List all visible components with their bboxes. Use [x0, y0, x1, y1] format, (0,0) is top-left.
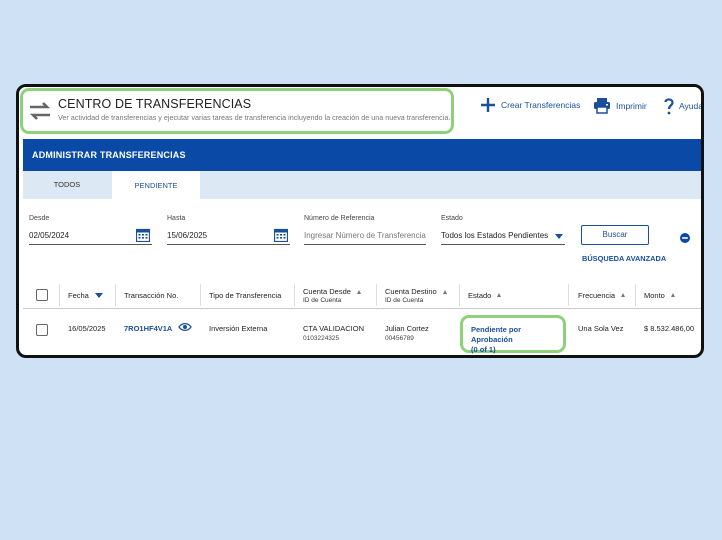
row-monto: $ 8.532.486,00: [644, 324, 695, 333]
status-highlight: Pendiente por Aprobación (0 of 1): [460, 315, 566, 355]
printer-icon: [594, 98, 610, 114]
row-cuenta-destino: Julian Cortez 00456789: [385, 324, 429, 342]
col-estado[interactable]: Estado: [468, 281, 502, 309]
estado-select[interactable]: Todos los Estados Pendientes: [441, 227, 565, 245]
chevron-down-icon[interactable]: [555, 234, 563, 239]
page-subtitle: Ver actividad de transferencias y ejecut…: [58, 113, 451, 122]
desde-label: Desde: [29, 215, 50, 222]
eye-icon[interactable]: [178, 322, 192, 332]
calendar-icon[interactable]: [274, 228, 288, 242]
tab-pendiente[interactable]: PENDIENTE: [112, 171, 200, 199]
estado-label: Estado: [441, 215, 463, 222]
row-tipo: Inversión Externa: [209, 324, 268, 333]
sort-icon: [356, 289, 361, 294]
sort-icon: [621, 293, 626, 297]
referencia-input[interactable]: Ingresar Número de Transferencia: [304, 227, 426, 245]
print-button[interactable]: Imprimir: [593, 97, 647, 114]
plus-icon: [481, 98, 495, 112]
col-frecuencia[interactable]: Frecuencia: [578, 281, 626, 309]
tab-todos[interactable]: TODOS: [23, 171, 111, 199]
search-button[interactable]: Buscar: [581, 225, 649, 245]
hasta-label: Hasta: [167, 215, 186, 222]
sort-desc-icon: [94, 292, 103, 298]
page-header: CENTRO DE TRANSFERENCIAS Ver actividad d…: [19, 87, 701, 139]
sort-icon: [442, 289, 447, 294]
col-cuenta-destino[interactable]: Cuenta Destino ID de Cuenta: [385, 281, 447, 309]
tab-bar: TODOS PENDIENTE: [23, 171, 701, 199]
col-fecha[interactable]: Fecha: [68, 281, 103, 309]
table-header: Fecha Transacción No. Tipo de Transferen…: [23, 281, 701, 309]
section-title: ADMINISTRAR TRANSFERENCIAS: [23, 139, 701, 171]
calendar-icon[interactable]: [136, 228, 150, 242]
row-checkbox[interactable]: [36, 324, 48, 336]
question-icon: [664, 98, 674, 115]
help-label: Ayuda: [679, 101, 703, 111]
app-window: CENTRO DE TRANSFERENCIAS Ver actividad d…: [16, 84, 704, 358]
create-transfer-button[interactable]: Crear Transferencias: [480, 97, 580, 113]
col-tipo[interactable]: Tipo de Transferencia: [209, 281, 281, 309]
sort-icon: [670, 293, 675, 297]
row-transaccion-link[interactable]: 7RO1HF4V1A: [124, 324, 172, 333]
create-transfer-label: Crear Transferencias: [501, 100, 581, 110]
sort-icon: [497, 293, 502, 297]
help-button[interactable]: Ayuda: [664, 97, 703, 115]
hasta-input[interactable]: 15/06/2025: [167, 227, 290, 245]
col-monto[interactable]: Monto: [644, 281, 675, 309]
row-cuenta-desde: CTA VALIDACION 0103224325: [303, 324, 364, 342]
row-frecuencia: Una Sola Vez: [578, 324, 624, 333]
select-all-checkbox[interactable]: [36, 289, 48, 301]
advanced-search-link[interactable]: BÚSQUEDA AVANZADA: [582, 254, 666, 263]
col-transaccion[interactable]: Transacción No.: [124, 281, 178, 309]
status-link[interactable]: Pendiente por Aprobación (0 of 1): [471, 325, 563, 355]
print-label: Imprimir: [616, 100, 647, 111]
page-title: CENTRO DE TRANSFERENCIAS: [58, 97, 252, 111]
minus-circle-icon[interactable]: [680, 233, 690, 243]
desde-input[interactable]: 02/05/2024: [29, 227, 152, 245]
referencia-label: Número de Referencia: [304, 215, 375, 222]
swap-arrows-icon: [29, 102, 51, 120]
table-row: 16/05/2025 7RO1HF4V1A Inversión Externa …: [23, 312, 701, 355]
title-highlight: CENTRO DE TRANSFERENCIAS Ver actividad d…: [20, 88, 454, 134]
col-cuenta-desde[interactable]: Cuenta Desde ID de Cuenta: [303, 281, 361, 309]
row-fecha: 16/05/2025: [68, 324, 106, 333]
